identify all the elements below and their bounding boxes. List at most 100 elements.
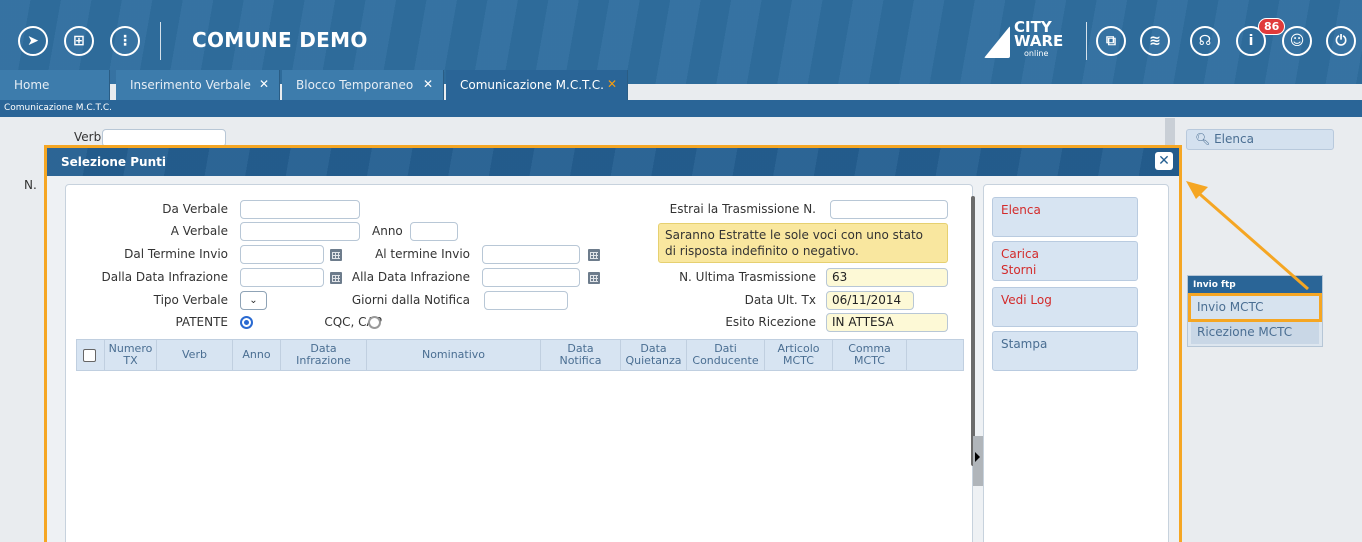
action-panel: Elenca Carica Storni Vedi Log Stampa (983, 184, 1169, 542)
notification-badge: 86 (1258, 18, 1286, 35)
caret-right-icon[interactable] (975, 452, 980, 462)
esito-ricezione-label: Esito Ricezione (725, 315, 816, 329)
header-divider (160, 22, 161, 60)
elenca-label: Elenca (1214, 132, 1254, 146)
a-verbale-input[interactable] (240, 222, 360, 241)
dialog-title: Selezione Punti (61, 155, 166, 169)
col-verb[interactable]: Verb (157, 340, 233, 370)
form-scrollbar[interactable] (971, 196, 975, 466)
anno-label: Anno (372, 224, 403, 238)
tipo-verbale-label: Tipo Verbale (153, 293, 228, 307)
stampa-button[interactable]: Stampa (992, 331, 1138, 371)
giorni-dalla-notifica-input[interactable] (484, 291, 568, 310)
background-scrollbar[interactable] (1165, 118, 1175, 148)
col-numero-tx[interactable]: Numero TX (105, 340, 157, 370)
elenca-search-button[interactable]: 🔍︎ Elenca (1186, 129, 1334, 150)
tab-blocco-temporaneo[interactable]: Blocco Temporaneo ✕ (282, 70, 444, 100)
da-verbale-input[interactable] (240, 200, 360, 219)
tab-label: Home (14, 78, 50, 92)
dal-termine-invio-input[interactable] (240, 245, 324, 264)
elenca-button[interactable]: Elenca (992, 197, 1138, 237)
logo-line3: online (1024, 49, 1049, 58)
alla-data-infrazione-input[interactable] (482, 268, 580, 287)
giorni-dalla-notifica-label: Giorni dalla Notifica (351, 293, 470, 307)
estrai-trasmissione-input[interactable] (830, 200, 948, 219)
vedi-log-button[interactable]: Vedi Log (992, 287, 1138, 327)
apps-grid-icon[interactable]: ⊞ (64, 26, 94, 56)
calendar-icon[interactable] (330, 249, 342, 261)
col-line: MCTC (854, 354, 885, 367)
database-icon[interactable]: ≋ (1140, 26, 1170, 56)
invio-mctc-button[interactable]: Invio MCTC (1188, 293, 1322, 322)
tipo-verbale-select[interactable]: ⌄ (240, 291, 267, 310)
windows-icon[interactable]: ⧉ (1096, 26, 1126, 56)
close-icon[interactable]: ✕ (607, 77, 617, 91)
note-line: Saranno Estratte le sole voci con uno st… (665, 228, 923, 242)
col-line: Verb (182, 348, 207, 361)
col-data-infrazione[interactable]: Data Infrazione (281, 340, 367, 370)
esito-ricezione-value: IN ATTESA (826, 313, 948, 332)
calendar-icon[interactable] (588, 272, 600, 284)
col-dati-conducente[interactable]: Dati Conducente (687, 340, 765, 370)
more-options-icon[interactable]: ⋮ (110, 26, 140, 56)
select-all-checkbox[interactable] (83, 349, 96, 362)
header-divider (1086, 22, 1087, 60)
app-title: COMUNE DEMO (192, 28, 368, 52)
note-line: di risposta indefinito o negativo. (665, 244, 859, 258)
calendar-icon[interactable] (330, 272, 342, 284)
dalla-data-infrazione-label: Dalla Data Infrazione (101, 270, 228, 284)
n-label: N. (24, 178, 37, 192)
col-line: Notifica (559, 354, 602, 367)
alla-data-infrazione-label: Alla Data Infrazione (351, 270, 470, 284)
headset-icon[interactable]: ☊ (1190, 26, 1220, 56)
tab-comunicazione-mctc[interactable]: Comunicazione M.C.T.C. ✕ (446, 70, 628, 100)
tab-label: Comunicazione M.C.T.C. (460, 78, 604, 92)
close-icon[interactable]: ✕ (423, 77, 433, 91)
ricezione-mctc-button[interactable]: Ricezione MCTC (1191, 321, 1319, 344)
estrai-trasmissione-label: Estrai la Trasmissione N. (669, 202, 816, 216)
col-line: TX (123, 354, 138, 367)
col-data-quietanza[interactable]: Data Quietanza (621, 340, 687, 370)
tab-home[interactable]: Home (0, 70, 110, 100)
n-ultima-trasmissione-value: 63 (826, 268, 948, 287)
data-ult-tx-label: Data Ult. Tx (744, 293, 816, 307)
n-ultima-trasmissione-label: N. Ultima Trasmissione (679, 270, 816, 284)
chevron-down-icon: ⌄ (249, 295, 258, 306)
tab-inserimento-verbale[interactable]: Inserimento Verbale ✕ (116, 70, 280, 100)
anno-input[interactable] (410, 222, 458, 241)
col-nominativo[interactable]: Nominativo (367, 340, 541, 370)
dialog-body: Da Verbale A Verbale Anno Dal Termine In… (47, 176, 1179, 542)
selezione-punti-dialog: Selezione Punti ✕ Da Verbale A Verbale A… (44, 145, 1182, 542)
col-line: MCTC (783, 354, 814, 367)
tab-bar: Home Inserimento Verbale ✕ Blocco Tempor… (0, 68, 1362, 100)
dialog-header: Selezione Punti (47, 148, 1179, 176)
close-icon[interactable]: ✕ (259, 77, 269, 91)
calendar-icon[interactable] (588, 249, 600, 261)
rocket-icon[interactable]: ➤ (18, 26, 48, 56)
col-comma-mctc[interactable]: Comma MCTC (833, 340, 907, 370)
col-articolo-mctc[interactable]: Articolo MCTC (765, 340, 833, 370)
power-icon[interactable]: ⏻ (1326, 26, 1356, 56)
carica-storni-button[interactable]: Carica Storni (992, 241, 1138, 281)
dal-termine-invio-label: Dal Termine Invio (124, 247, 228, 261)
col-data-notifica[interactable]: Data Notifica (541, 340, 621, 370)
al-termine-invio-input[interactable] (482, 245, 580, 264)
data-ult-tx-value: 06/11/2014 (826, 291, 914, 310)
tab-label: Blocco Temporaneo (296, 78, 414, 92)
logo-line2: WARE (1014, 32, 1064, 50)
annotation-arrow (1186, 181, 1309, 291)
tab-label: Inserimento Verbale (130, 78, 251, 92)
a-verbale-label: A Verbale (170, 224, 228, 238)
cqc-cap-radio[interactable] (368, 316, 381, 329)
cityware-logo: CITY WARE online (984, 20, 1076, 64)
logo-mark (984, 26, 1010, 58)
patente-radio[interactable] (240, 316, 253, 329)
close-icon[interactable]: ✕ (1155, 152, 1173, 170)
col-anno[interactable]: Anno (233, 340, 281, 370)
patente-label: PATENTE (175, 315, 228, 329)
dalla-data-infrazione-input[interactable] (240, 268, 324, 287)
col-line: Nominativo (421, 348, 486, 361)
col-line: Anno (242, 348, 271, 361)
results-grid-header: Numero TX Verb Anno Data Infrazione Nomina… (76, 339, 964, 371)
user-icon[interactable]: ☺ (1282, 26, 1312, 56)
